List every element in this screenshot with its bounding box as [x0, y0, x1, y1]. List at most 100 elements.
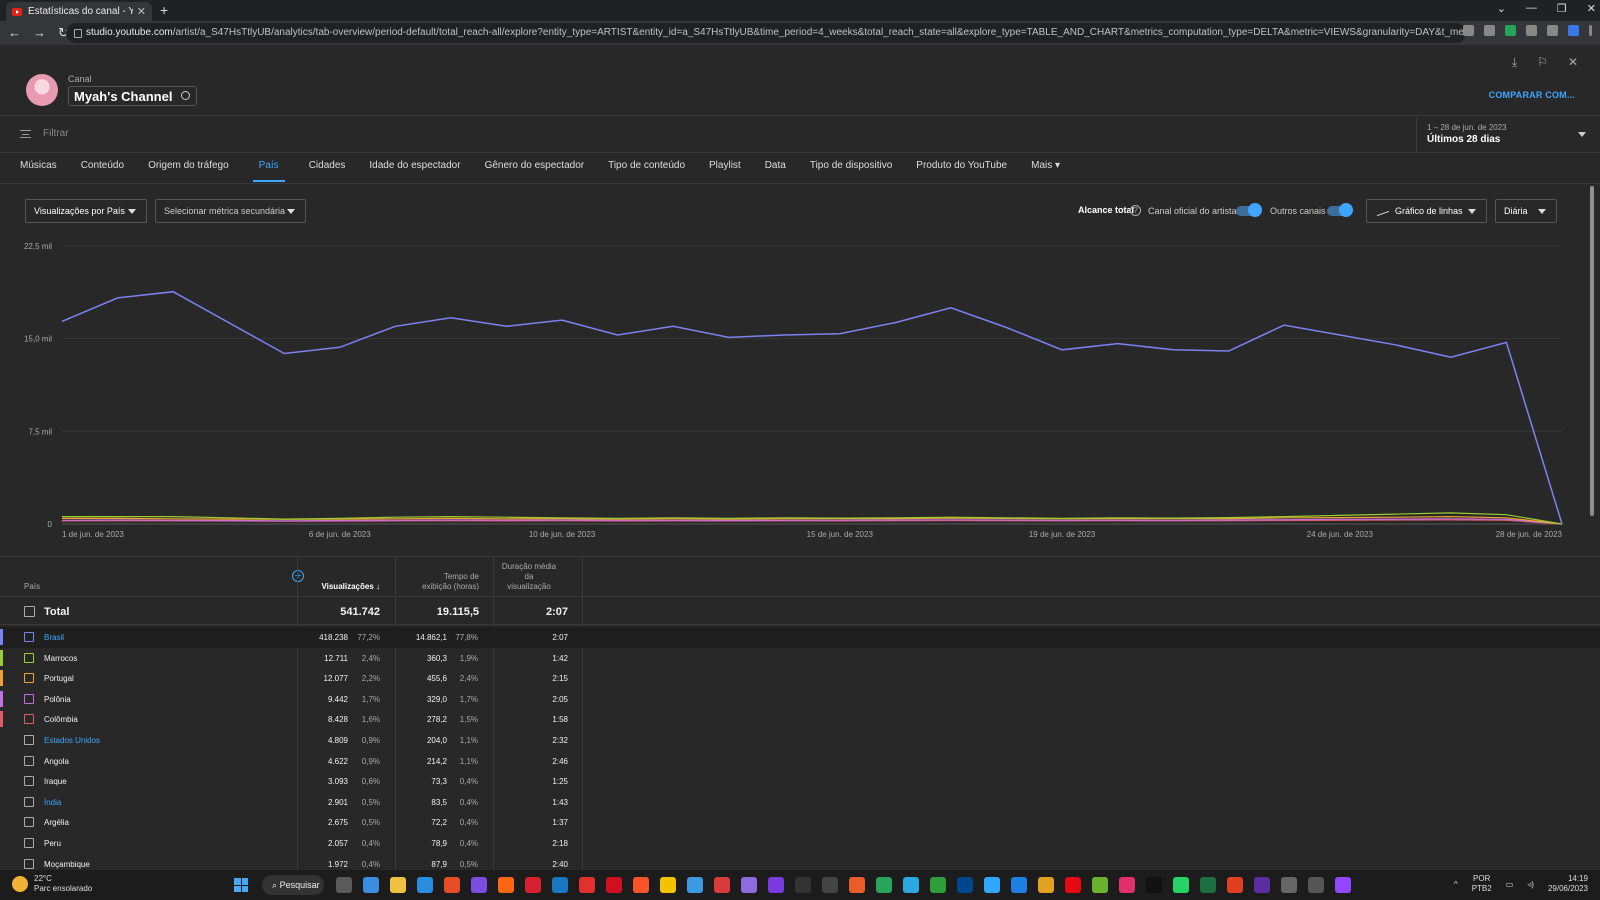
forward-icon[interactable]: →: [33, 25, 46, 41]
clock-time[interactable]: 14:19: [1568, 874, 1588, 883]
compare-button[interactable]: COMPARAR COM...: [1489, 90, 1575, 100]
taskbar-app-icon[interactable]: [498, 877, 514, 893]
taskbar-app-icon[interactable]: [984, 877, 1000, 893]
row-checkbox[interactable]: [24, 776, 34, 787]
tab-data[interactable]: Data: [765, 160, 786, 182]
taskbar-app-icon[interactable]: [336, 877, 352, 893]
taskbar-app-icon[interactable]: [1227, 877, 1243, 893]
taskbar-app-icon[interactable]: [1281, 877, 1297, 893]
taskbar-app-icon[interactable]: [903, 877, 919, 893]
taskbar-app-icon[interactable]: [471, 877, 487, 893]
new-tab-button[interactable]: +: [160, 2, 168, 18]
col-avg-header[interactable]: Duração média da visualização: [490, 562, 568, 592]
table-row[interactable]: Argélia 2.675 0,5% 72,2 0,4% 1:37: [0, 812, 1600, 833]
date-range-selector[interactable]: 1 – 28 de jun. de 2023 Últimos 28 dias: [1416, 117, 1600, 153]
toggle-other-channels[interactable]: [1327, 203, 1353, 217]
add-column-icon[interactable]: +: [292, 570, 304, 582]
taskbar-app-icon[interactable]: [606, 877, 622, 893]
taskbar-app-icon[interactable]: [363, 877, 379, 893]
chart-type-dropdown[interactable]: Gráfico de linhas: [1366, 199, 1487, 223]
weather-widget[interactable]: 22°C Parc ensolarado: [12, 874, 92, 894]
taskbar-app-icon[interactable]: [1200, 877, 1216, 893]
granularity-dropdown[interactable]: Diária: [1495, 199, 1557, 223]
maximize-icon[interactable]: ❐: [1557, 2, 1567, 15]
toggle-artist-channel[interactable]: [1236, 203, 1262, 217]
taskbar-app-icon[interactable]: [417, 877, 433, 893]
taskbar-app-icon[interactable]: [660, 877, 676, 893]
close-window-icon[interactable]: ✕: [1587, 2, 1596, 15]
close-tab-icon[interactable]: ✕: [137, 5, 146, 18]
row-checkbox[interactable]: [24, 796, 34, 807]
taskbar-app-icon[interactable]: [930, 877, 946, 893]
tab-mais[interactable]: Mais ▾: [1031, 160, 1060, 182]
browser-tab[interactable]: Estatísticas do canal - YouTube S ✕: [6, 2, 152, 21]
taskbar-app-icon[interactable]: [1038, 877, 1054, 893]
taskbar-app-icon[interactable]: [525, 877, 541, 893]
taskbar-app-icon[interactable]: [687, 877, 703, 893]
row-checkbox[interactable]: [24, 652, 34, 663]
extension-icon[interactable]: [1505, 25, 1516, 36]
taskbar-app-icon[interactable]: [390, 877, 406, 893]
windows-start-icon[interactable]: [234, 878, 248, 892]
row-checkbox[interactable]: [24, 858, 34, 869]
series-line-0[interactable]: [61, 290, 1563, 525]
row-checkbox[interactable]: [24, 714, 34, 725]
col-watch-header[interactable]: Tempo de exibição (horas): [395, 572, 479, 592]
country-name[interactable]: Estados Unidos: [44, 736, 100, 745]
table-row[interactable]: Peru 2.057 0,4% 78,9 0,4% 2:18: [0, 833, 1600, 854]
help-icon[interactable]: ?: [1130, 205, 1141, 216]
taskbar-app-icon[interactable]: [1092, 877, 1108, 893]
row-checkbox[interactable]: [24, 817, 34, 828]
url-input[interactable]: studio.youtube.com/artist/a_S47HsTtlyUB/…: [66, 23, 1466, 43]
channel-selector[interactable]: Myah's Channel: [68, 86, 198, 106]
row-checkbox[interactable]: [24, 735, 34, 745]
tab-produto[interactable]: Produto do YouTube: [916, 160, 1007, 182]
volume-icon[interactable]: ◃): [1527, 880, 1534, 889]
tab-tipo-conteudo[interactable]: Tipo de conteúdo: [608, 160, 685, 182]
total-checkbox[interactable]: [24, 606, 35, 617]
menu-dots-icon[interactable]: [1589, 25, 1592, 36]
col-country-header[interactable]: País: [24, 582, 40, 592]
taskbar-app-icon[interactable]: [1335, 877, 1351, 893]
filter-input[interactable]: Filtrar: [43, 128, 69, 139]
taskbar-app-icon[interactable]: [579, 877, 595, 893]
primary-metric-dropdown[interactable]: Visualizações por País: [25, 199, 147, 223]
taskbar-app-icon[interactable]: [795, 877, 811, 893]
tray-chevron-icon[interactable]: ^: [1454, 880, 1458, 889]
taskbar-app-icon[interactable]: [957, 877, 973, 893]
taskbar-app-icon[interactable]: [1308, 877, 1324, 893]
table-row[interactable]: Marrocos 12.711 2,4% 360,3 1,9% 1:42: [0, 648, 1600, 669]
close-icon[interactable]: ✕: [1568, 55, 1578, 70]
tab-origem-trafego[interactable]: Origem do tráfego: [148, 160, 229, 182]
taskbar-app-icon[interactable]: [1146, 877, 1162, 893]
taskbar-search[interactable]: ⌕ Pesquisar: [262, 875, 324, 895]
taskbar-app-icon[interactable]: [768, 877, 784, 893]
tab-playlist[interactable]: Playlist: [709, 160, 741, 182]
table-row[interactable]: Índia 2.901 0,5% 83,5 0,4% 1:43: [0, 792, 1600, 813]
country-name[interactable]: Índia: [44, 798, 61, 807]
minimize-icon[interactable]: —: [1526, 2, 1537, 15]
taskbar-app-icon[interactable]: [714, 877, 730, 893]
tab-cidades[interactable]: Cidades: [309, 160, 346, 182]
lang-code[interactable]: POR: [1473, 874, 1490, 883]
table-row[interactable]: Angola 4.622 0,9% 214,2 1,1% 2:46: [0, 751, 1600, 772]
taskbar-app-icon[interactable]: [1173, 877, 1189, 893]
secondary-metric-dropdown[interactable]: Selecionar métrica secundária: [155, 199, 306, 223]
row-checkbox[interactable]: [24, 838, 34, 848]
row-checkbox[interactable]: [24, 755, 34, 766]
feedback-icon[interactable]: ⚐: [1537, 55, 1548, 70]
tab-idade[interactable]: Idade do espectador: [369, 160, 460, 182]
download-icon[interactable]: ⤓: [1512, 55, 1517, 70]
share-icon[interactable]: [1463, 25, 1474, 36]
table-row[interactable]: Portugal 12.077 2,2% 455,6 2,4% 2:15: [0, 668, 1600, 689]
row-checkbox[interactable]: [24, 673, 34, 684]
table-row[interactable]: Estados Unidos 4.809 0,9% 204,0 1,1% 2:32: [0, 730, 1600, 751]
taskbar-app-icon[interactable]: [1065, 877, 1081, 893]
tab-search-chevron-icon[interactable]: ⌄: [1497, 2, 1506, 15]
tab-tipo-dispositivo[interactable]: Tipo de dispositivo: [810, 160, 892, 182]
network-icon[interactable]: ▭: [1506, 880, 1514, 889]
series-line-1[interactable]: [62, 512, 1563, 525]
country-name[interactable]: Brasil: [44, 633, 64, 642]
taskbar-app-icon[interactable]: [633, 877, 649, 893]
scrollbar[interactable]: [1590, 186, 1594, 516]
